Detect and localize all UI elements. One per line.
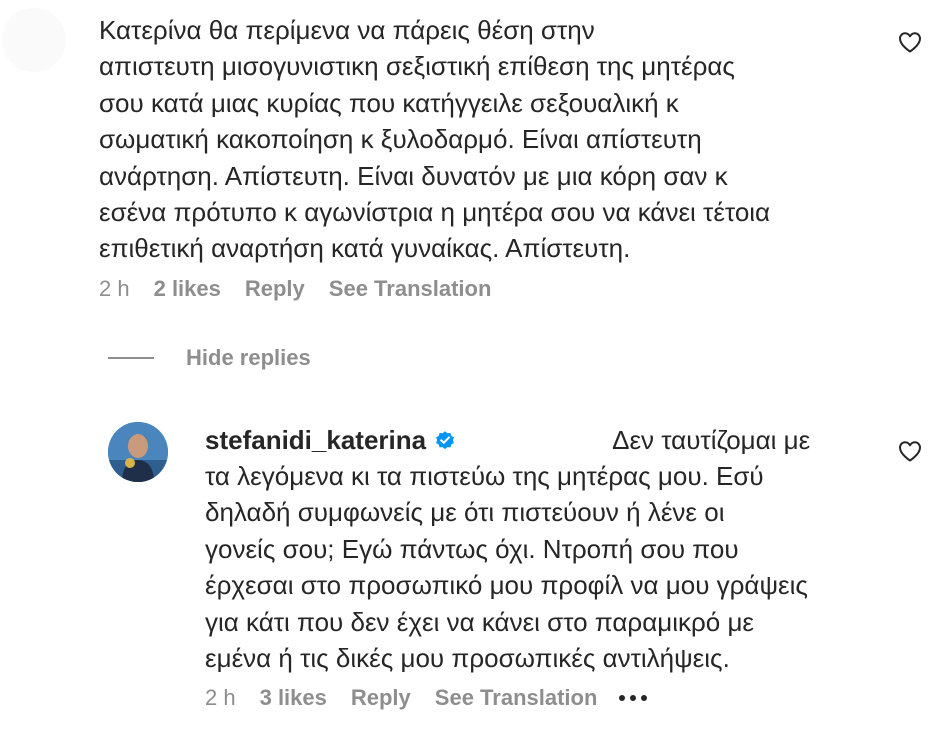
comment-text: Κατερίνα θα περίμενα να πάρεις θέση στην… [99, 15, 771, 264]
reply-button[interactable]: Reply [245, 276, 305, 302]
comment-time: 2 h [99, 276, 130, 301]
dot [619, 695, 626, 701]
username[interactable]: stefanidi_katerina [205, 422, 426, 458]
avatar-photo [108, 422, 168, 482]
reply-first-line: Δεν ταυτίζομαι με [612, 425, 811, 455]
likes-count[interactable]: 2 likes [154, 276, 221, 302]
reply-meta: 2 h 3 likes Reply See Translation [205, 685, 648, 711]
verified-badge-icon [436, 431, 454, 450]
heart-outline-icon[interactable] [898, 440, 922, 462]
see-translation-button[interactable]: See Translation [329, 276, 492, 302]
commenter-avatar[interactable] [2, 8, 66, 72]
hide-replies-label: Hide replies [186, 345, 311, 370]
dot [630, 695, 637, 701]
dot [641, 695, 648, 701]
likes-count[interactable]: 3 likes [260, 685, 327, 711]
see-translation-button[interactable]: See Translation [435, 685, 598, 711]
divider-line [108, 357, 154, 359]
reply-text: τα λεγόμενα κι τα πιστεύω της μητέρας μο… [205, 461, 808, 674]
hide-replies-button[interactable]: Hide replies [108, 345, 311, 371]
more-options-icon[interactable] [619, 695, 648, 701]
comment-meta: 2 h 2 likes Reply See Translation [99, 276, 491, 302]
avatar[interactable] [108, 422, 168, 482]
heart-outline-icon[interactable] [898, 31, 922, 53]
reply-button[interactable]: Reply [351, 685, 411, 711]
reply-time: 2 h [205, 685, 236, 710]
reply-header: stefanidi_katerina Δεν ταυτίζομαι με [205, 422, 810, 458]
